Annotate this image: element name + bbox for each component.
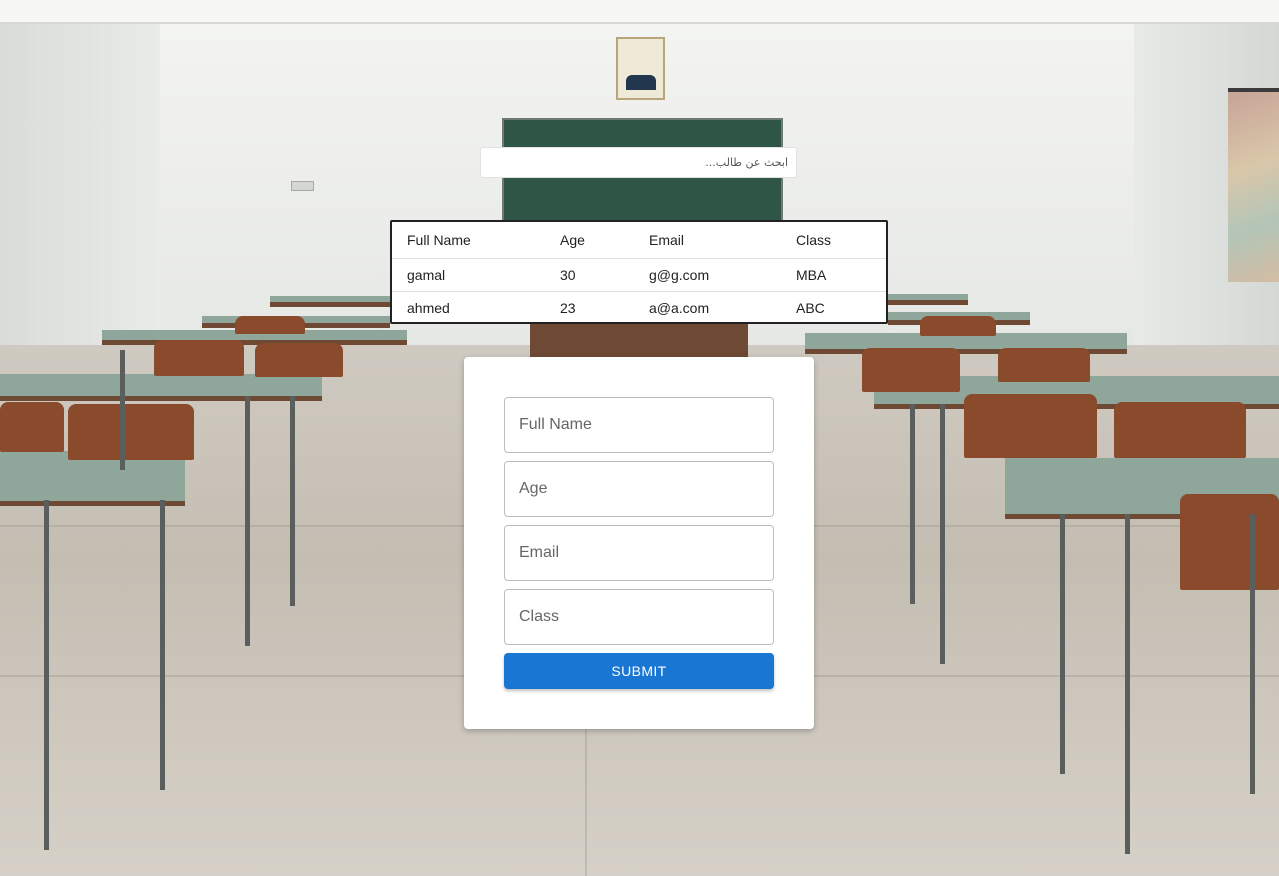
portrait-frame xyxy=(616,37,665,100)
cell-age: 23 xyxy=(560,300,576,316)
column-header-class: Class xyxy=(781,222,886,259)
cell-full-name: gamal xyxy=(392,258,545,292)
cell-class: ABC xyxy=(796,300,825,316)
student-form-card: SUBMIT xyxy=(464,357,814,729)
full-name-field[interactable] xyxy=(504,397,774,453)
table-row: ahmed 23 a@a.com ABC xyxy=(392,292,886,325)
class-field[interactable] xyxy=(504,589,774,645)
cell-class: MBA xyxy=(781,258,886,292)
column-header-full-name: Full Name xyxy=(392,222,545,259)
cell-age: 30 xyxy=(545,258,634,292)
column-header-age: Age xyxy=(545,222,634,259)
table-row: gamal 30 g@g.com MBA xyxy=(392,258,886,292)
column-header-email: Email xyxy=(634,222,781,259)
submit-button[interactable]: SUBMIT xyxy=(504,653,774,689)
students-table: Full Name Age Email Class gamal 30 g@g.c… xyxy=(390,220,888,324)
table-header-row: Full Name Age Email Class xyxy=(392,222,886,259)
cell-full-name: ahmed xyxy=(407,300,450,316)
cell-email: a@a.com xyxy=(649,300,710,316)
email-field[interactable] xyxy=(504,525,774,581)
student-search-input[interactable] xyxy=(480,147,797,178)
wall-map xyxy=(1228,88,1279,282)
age-field[interactable] xyxy=(504,461,774,517)
cell-email: g@g.com xyxy=(634,258,781,292)
